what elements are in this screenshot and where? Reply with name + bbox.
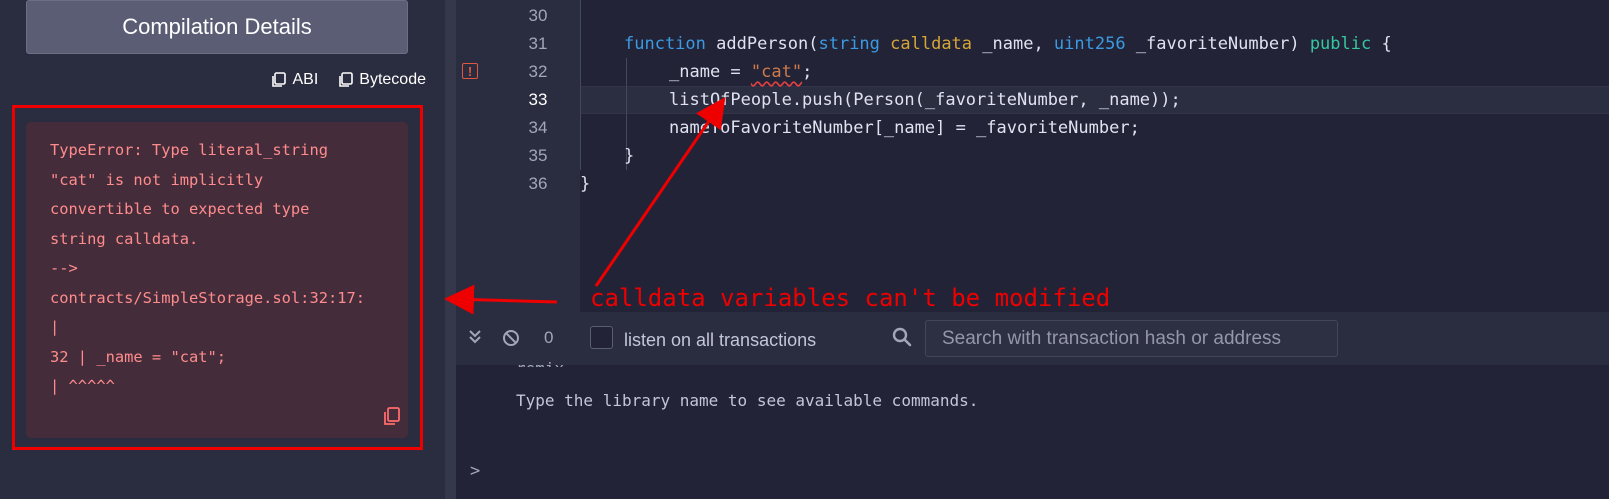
keyword: function xyxy=(624,34,706,54)
code-line-36: } xyxy=(580,174,591,194)
line-number: 30 xyxy=(528,6,548,25)
code-token: addPerson( xyxy=(705,34,819,54)
error-marker-icon[interactable]: ! xyxy=(462,63,478,79)
line-number: 35 xyxy=(528,146,548,165)
terminal-prompt[interactable]: > xyxy=(470,461,480,481)
search-icon xyxy=(892,327,912,347)
copy-icon xyxy=(339,72,354,87)
code-line-34: nameToFavoriteNumber[_name] = _favoriteN… xyxy=(669,118,1140,138)
panel-resize-handle[interactable] xyxy=(445,0,456,499)
string-literal-error: "cat" xyxy=(750,62,803,82)
code-token: { xyxy=(1371,34,1392,54)
line-number: 34 xyxy=(528,118,548,137)
double-chevron-down-icon[interactable] xyxy=(468,329,482,345)
type-keyword: uint256 xyxy=(1053,34,1126,54)
copy-abi-link[interactable]: ABI xyxy=(271,71,318,89)
code-line-31: function addPerson(string calldata _name… xyxy=(624,30,1392,58)
code-line-33: listOfPeople.push(Person(_favoriteNumber… xyxy=(669,90,1181,110)
transaction-count: 0 xyxy=(544,328,554,347)
copy-icon xyxy=(272,72,287,87)
terminal-scrolled-line: remix xyxy=(516,359,566,367)
keyword: calldata xyxy=(879,34,973,54)
indent-guide xyxy=(580,0,581,170)
line-number: 36 xyxy=(528,174,548,193)
code-token: _name = xyxy=(669,62,751,82)
ban-icon[interactable] xyxy=(502,329,520,347)
compilation-details-button[interactable]: Compilation Details xyxy=(26,0,408,54)
annotation-highlight-box xyxy=(12,105,423,450)
terminal-help-text: Type the library name to see available c… xyxy=(516,391,979,410)
terminal-toolbar: 0 listen on all transactions xyxy=(456,312,1609,365)
editor-gutter: ! 30 31 32 33 34 35 36 xyxy=(456,0,580,312)
code-line-32: _name = "cat"; xyxy=(669,58,812,86)
code-token: _name, xyxy=(972,34,1054,54)
type-keyword: string xyxy=(818,34,880,54)
code-token: _favoriteNumber) xyxy=(1125,34,1310,54)
keyword: public xyxy=(1309,34,1372,54)
abi-label: ABI xyxy=(292,71,319,88)
line-number: 31 xyxy=(528,34,548,53)
terminal-output: remix Type the library name to see avail… xyxy=(456,359,1609,499)
code-token: ; xyxy=(802,62,813,82)
listen-all-transactions-checkbox[interactable] xyxy=(590,326,613,349)
code-line-35: } xyxy=(624,146,635,166)
code-editor[interactable]: ! 30 31 32 33 34 35 36 function addPerso… xyxy=(456,0,1609,312)
bytecode-label: Bytecode xyxy=(359,71,426,88)
copy-bytecode-link[interactable]: Bytecode xyxy=(338,71,426,89)
annotation-text: calldata variables can't be modified xyxy=(590,284,1111,312)
listen-all-transactions-label[interactable]: listen on all transactions xyxy=(624,330,816,351)
line-number: 32 xyxy=(528,62,548,81)
transaction-search-input[interactable] xyxy=(925,320,1338,357)
copy-links: ABI Bytecode xyxy=(271,71,426,89)
line-number-active: 33 xyxy=(528,90,548,109)
